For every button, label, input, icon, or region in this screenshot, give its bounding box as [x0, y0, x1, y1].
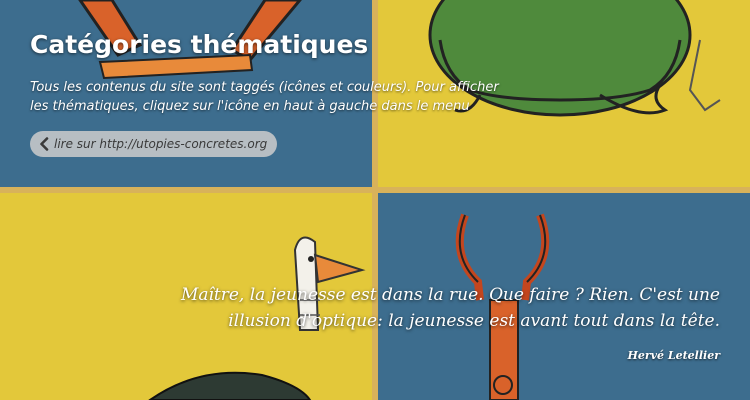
page-description: Tous les contenus du site sont taggés (i… [30, 80, 499, 114]
source-link-label: lire sur http://utopies-concretes.org [54, 137, 268, 151]
chevron-left-icon [40, 137, 49, 151]
background-illustration [0, 0, 750, 400]
quote-text: Maître, la jeunesse est dans la rue. Que… [180, 285, 720, 331]
source-link-button[interactable]: lire sur http://utopies-concretes.org [30, 131, 278, 157]
page-title: Catégories thématiques [30, 30, 369, 59]
quote-author: Hervé Letellier [627, 349, 720, 362]
